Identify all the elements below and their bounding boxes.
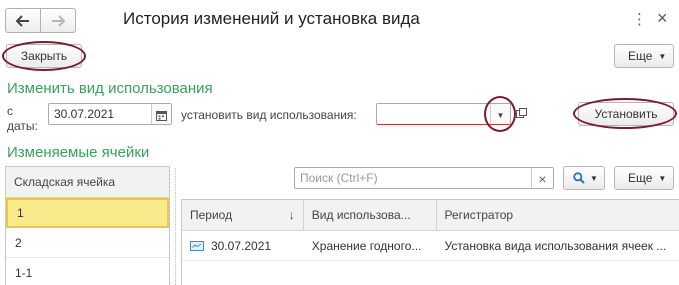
cell-value: 1-1 — [15, 265, 33, 280]
history-table-header: Период ↓ Вид использова... Регистратор — [182, 200, 679, 231]
sort-desc-icon: ↓ — [288, 208, 295, 222]
table-row[interactable]: 2 — [6, 228, 169, 258]
period-value: 30.07.2021 — [211, 238, 272, 253]
period-cell: 30.07.2021 — [182, 231, 304, 260]
search-options-button[interactable]: ▼ — [563, 166, 605, 190]
column-registrator[interactable]: Регистратор — [437, 200, 679, 230]
change-section-title: Изменить вид использования — [7, 80, 213, 97]
calendar-icon — [156, 110, 167, 121]
dropdown-arrow-icon: ▼ — [496, 110, 505, 120]
more-button[interactable]: Еще ▼ — [614, 44, 674, 68]
cells-section-title: Изменяемые ячейки — [7, 144, 150, 161]
table-row[interactable]: 30.07.2021 Хранение годного... Установка… — [182, 231, 679, 261]
cell-value: 2 — [15, 235, 22, 250]
registrator-cell: Установка вида использования ячеек ... — [444, 238, 667, 253]
search-placeholder: Поиск (Ctrl+F) — [300, 171, 378, 185]
forward-button[interactable] — [40, 8, 76, 33]
close-button[interactable]: Закрыть — [6, 44, 82, 68]
column-period-label: Период — [190, 208, 233, 222]
arrow-right-icon — [52, 14, 65, 27]
column-usage[interactable]: Вид использова... — [304, 200, 437, 230]
usage-label: установить вид использования: — [181, 108, 357, 122]
table-row[interactable]: 1-1 — [6, 258, 169, 285]
cells-table: Складская ячейка 1 2 1-1 — [5, 166, 170, 285]
record-icon — [190, 240, 204, 251]
window-title: История изменений и установка вида — [123, 9, 420, 28]
history-table: Период ↓ Вид использова... Регистратор 3… — [181, 199, 679, 285]
arrow-left-icon — [16, 14, 29, 27]
date-field[interactable]: 30.07.2021 — [48, 103, 172, 125]
dropdown-arrow-icon: ▼ — [658, 173, 667, 183]
from-label-2: даты: — [7, 119, 38, 133]
panel-splitter[interactable] — [175, 168, 180, 285]
open-icon[interactable] — [516, 108, 527, 119]
column-period[interactable]: Период ↓ — [182, 200, 304, 230]
date-value: 30.07.2021 — [54, 107, 115, 121]
more-label: Еще — [628, 49, 653, 63]
search-icon — [573, 172, 585, 184]
table-row[interactable]: 1 — [6, 198, 169, 228]
dropdown-arrow-icon: ▼ — [590, 173, 598, 183]
usage-dropdown-button[interactable]: ▼ — [490, 104, 510, 124]
dropdown-arrow-icon: ▼ — [658, 51, 667, 61]
search-input[interactable]: Поиск (Ctrl+F) × — [294, 167, 554, 189]
more-actions-icon[interactable]: ⋮ — [632, 10, 647, 28]
cell-value: 1 — [17, 206, 24, 220]
calendar-button[interactable] — [151, 104, 171, 124]
usage-cell: Хранение годного... — [311, 238, 422, 253]
back-button[interactable] — [5, 8, 41, 33]
close-icon[interactable]: × — [657, 8, 668, 29]
set-button[interactable]: Установить — [578, 102, 674, 126]
usage-field[interactable]: ▼ — [376, 103, 511, 125]
grid-more-label: Еще — [628, 171, 653, 185]
clear-search-icon[interactable]: × — [531, 168, 553, 188]
from-label-1: с — [7, 104, 13, 118]
cells-column-header[interactable]: Складская ячейка — [6, 167, 169, 198]
grid-more-button[interactable]: Еще ▼ — [614, 166, 674, 190]
